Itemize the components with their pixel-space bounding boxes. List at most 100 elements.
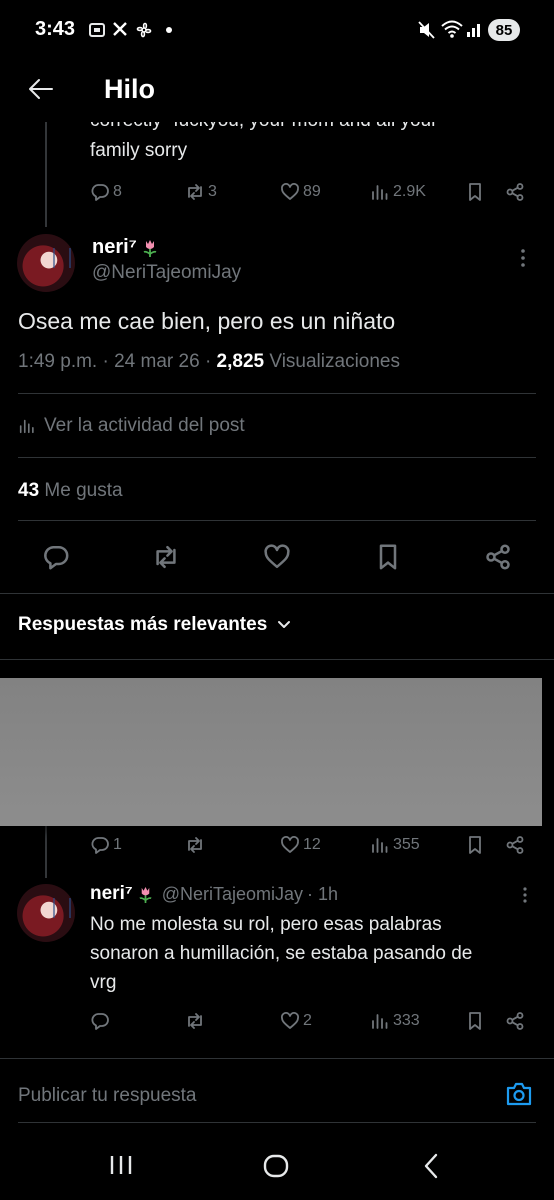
prev-share-button[interactable] bbox=[505, 182, 525, 202]
repost-icon bbox=[188, 184, 202, 200]
reply-views-button[interactable]: 333 bbox=[370, 1011, 420, 1031]
prev-bookmark-button[interactable] bbox=[465, 182, 485, 202]
prev-repost-button[interactable]: 3 bbox=[185, 182, 217, 202]
reply-author-handle: @NeriTajeomiJay bbox=[161, 883, 303, 904]
hidden-reply-button[interactable]: 1 bbox=[90, 835, 122, 855]
back-nav-icon[interactable] bbox=[422, 1153, 440, 1179]
camera-icon[interactable] bbox=[505, 1081, 533, 1107]
likes-label: Me gusta bbox=[44, 480, 123, 501]
views-icon bbox=[372, 185, 388, 200]
divider bbox=[0, 593, 554, 594]
meta-separator-1: · bbox=[102, 351, 109, 372]
main-tweet-name: neri⁷ bbox=[92, 236, 137, 258]
heart-icon bbox=[281, 836, 299, 853]
main-like-icon[interactable] bbox=[263, 543, 291, 571]
prev-like-count: 89 bbox=[303, 183, 321, 200]
main-tweet-avatar[interactable] bbox=[17, 234, 75, 292]
main-tweet-time: 1:49 p.m. bbox=[18, 351, 98, 372]
chevron-down-icon bbox=[278, 621, 291, 628]
likes-summary[interactable]: 43 Me gusta bbox=[18, 480, 123, 502]
main-share-icon[interactable] bbox=[484, 543, 512, 571]
battery-indicator: 85 bbox=[488, 19, 520, 41]
main-bookmark-icon[interactable] bbox=[374, 543, 402, 571]
redacted-reply-block bbox=[0, 678, 542, 826]
prev-reply-button[interactable]: 8 bbox=[90, 182, 122, 202]
thread-line bbox=[45, 820, 47, 878]
thread-line bbox=[45, 122, 47, 227]
heart-icon bbox=[281, 183, 299, 200]
home-icon[interactable] bbox=[263, 1154, 289, 1178]
hidden-views-count: 355 bbox=[393, 836, 420, 853]
main-tweet-date: 24 mar 26 bbox=[114, 351, 200, 372]
main-reply-icon[interactable] bbox=[42, 543, 70, 571]
prev-views-count: 2.9K bbox=[393, 183, 426, 200]
x-logo-icon bbox=[112, 21, 128, 37]
prev-repost-count: 3 bbox=[208, 183, 217, 200]
prev-views-button[interactable]: 2.9K bbox=[370, 182, 426, 202]
main-tweet-handle: @NeriTajeomiJay bbox=[92, 262, 242, 283]
main-tweet-text: Osea me cae bien, pero es un niñato bbox=[18, 308, 396, 334]
reply-avatar[interactable] bbox=[17, 884, 75, 942]
reply-header[interactable]: neri⁷ @NeriTajeomiJay · 1h bbox=[90, 883, 338, 905]
reply-like-button[interactable]: 2 bbox=[280, 1011, 312, 1031]
prev-like-button[interactable]: 89 bbox=[280, 182, 321, 202]
screen-record-icon bbox=[88, 21, 106, 39]
main-tweet-views-label: Visualizaciones bbox=[269, 351, 400, 372]
views-icon bbox=[372, 1014, 388, 1029]
hidden-bookmark-button[interactable] bbox=[465, 835, 485, 855]
reply-text-line3: vrg bbox=[90, 972, 117, 993]
main-tweet-more-icon[interactable] bbox=[519, 248, 527, 268]
hidden-share-button[interactable] bbox=[505, 835, 525, 855]
divider bbox=[18, 520, 536, 521]
reply-text-line1: No me molesta su rol, pero esas palabras bbox=[90, 914, 442, 935]
replies-sort-dropdown[interactable]: Respuestas más relevantes bbox=[18, 614, 291, 636]
reply-icon bbox=[91, 1013, 109, 1030]
reply-repost-button[interactable] bbox=[185, 1011, 208, 1031]
divider bbox=[0, 659, 554, 660]
reply-more-icon[interactable] bbox=[522, 886, 528, 904]
share-icon bbox=[506, 183, 524, 201]
hidden-views-button[interactable]: 355 bbox=[370, 835, 420, 855]
reply-author-name: neri⁷ bbox=[90, 883, 133, 904]
tulip-icon bbox=[141, 238, 159, 258]
header-bottom-edge bbox=[0, 100, 554, 122]
post-activity-link[interactable]: Ver la actividad del post bbox=[18, 415, 245, 437]
reply-share-button[interactable] bbox=[505, 1011, 525, 1031]
reply-time: · 1h bbox=[307, 883, 339, 904]
divider bbox=[18, 393, 536, 394]
signal-icon bbox=[466, 20, 484, 38]
battery-level: 85 bbox=[495, 21, 513, 39]
repost-icon bbox=[188, 1013, 202, 1029]
reply-bookmark-button[interactable] bbox=[465, 1011, 485, 1031]
meta-separator-2: · bbox=[204, 351, 212, 372]
wifi-icon bbox=[440, 19, 464, 39]
reply-input[interactable]: Publicar tu respuesta bbox=[18, 1085, 197, 1107]
reply-icon bbox=[91, 837, 109, 854]
prev-reply-count: 8 bbox=[113, 183, 122, 200]
reply-text: No me molesta su rol, pero esas palabras… bbox=[90, 910, 550, 997]
prev-tweet-line2: family sorry bbox=[90, 140, 188, 161]
bookmark-icon bbox=[469, 1012, 481, 1030]
hidden-like-button[interactable]: 12 bbox=[280, 835, 321, 855]
divider bbox=[18, 1122, 536, 1123]
heart-icon bbox=[281, 1012, 299, 1029]
mute-icon bbox=[418, 20, 436, 40]
pinwheel-icon bbox=[134, 20, 154, 40]
reply-like-count: 2 bbox=[303, 1012, 312, 1029]
recent-apps-icon[interactable] bbox=[108, 1154, 134, 1176]
post-activity-label: Ver la actividad del post bbox=[44, 415, 245, 436]
activity-chart-icon bbox=[19, 419, 34, 434]
reply-text-line2: sonaron a humillación, se estaba pasando… bbox=[90, 943, 473, 964]
share-icon bbox=[506, 1012, 524, 1030]
reply-reply-button[interactable] bbox=[90, 1011, 113, 1031]
bookmark-icon bbox=[469, 836, 481, 854]
likes-count: 43 bbox=[18, 480, 40, 501]
main-tweet-author[interactable]: neri⁷ @NeriTajeomiJay bbox=[92, 236, 241, 284]
hidden-repost-button[interactable] bbox=[185, 835, 208, 855]
reply-composer[interactable]: Publicar tu respuesta bbox=[0, 1059, 554, 1123]
hidden-like-count: 12 bbox=[303, 836, 321, 853]
divider bbox=[18, 457, 536, 458]
main-repost-icon[interactable] bbox=[152, 543, 180, 571]
reply-views-count: 333 bbox=[393, 1012, 420, 1029]
status-time: 3:43 bbox=[35, 18, 76, 40]
